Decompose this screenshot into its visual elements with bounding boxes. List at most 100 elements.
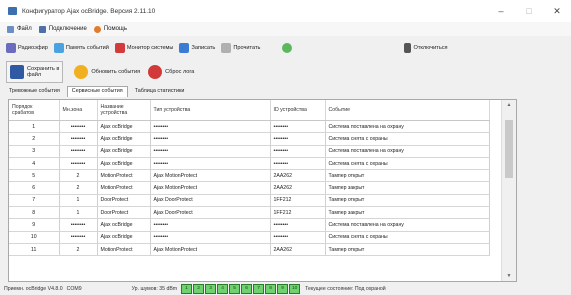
table-cell: Тампер открыт [325, 194, 490, 208]
close-button[interactable]: ✕ [543, 0, 571, 22]
table-row[interactable]: 10 •••••••• Ajax ocBridge •••••••• •••••••• С… [9, 231, 490, 244]
menu-help-label: Помощь [103, 26, 127, 32]
scroll-down-icon[interactable]: ▼ [502, 271, 516, 281]
zone-indicator: 10 [289, 284, 301, 294]
table-cell: 1 [59, 194, 98, 208]
zone-indicator: 4 [217, 284, 229, 294]
write-label: Записать [191, 45, 216, 51]
table-cell: Тампер закрыт [325, 206, 490, 220]
app-window: Конфигуратор Ajax ocBridge. Версия 2.11.… [0, 0, 571, 295]
write-button[interactable]: Записать [179, 40, 215, 56]
table-cell: 2 [59, 181, 98, 195]
menu-connection[interactable]: Подключение [38, 25, 87, 33]
zone-indicator: 1 [181, 284, 193, 294]
table-cell: Система снята с охраны [325, 157, 490, 171]
table-row[interactable]: 3 •••••••• Ajax ocBridge •••••••• •••••••• Си… [9, 145, 490, 158]
table-row[interactable]: 4 •••••••• Ajax ocBridge •••••••• •••••••• Си… [9, 157, 490, 171]
table-row[interactable]: 8 1 DoorProtect Ajax DoorProtect 1FF212 Тампе… [9, 206, 490, 220]
table-cell: Ajax MotionProtect [150, 243, 271, 257]
table-cell: •••••••• [150, 145, 271, 158]
window-controls: – □ ✕ [487, 0, 571, 22]
table-row[interactable]: 2 •••••••• Ajax ocBridge •••••••• •••••••• Си… [9, 132, 490, 146]
table-row[interactable]: 11 2 MotionProtect Ajax MotionProtect 2AA262… [9, 243, 490, 257]
table-row[interactable]: 9 •••••••• Ajax ocBridge •••••••• •••••••• Си… [9, 218, 490, 232]
table-cell: MotionProtect [97, 243, 151, 257]
menu-connection-label: Подключение [48, 26, 87, 32]
memory-icon [53, 43, 64, 53]
minimize-button[interactable]: – [487, 0, 515, 22]
file-icon [7, 25, 14, 33]
menu-help[interactable]: Помощь [93, 25, 127, 33]
table-cell: 1FF212 [270, 206, 326, 220]
table-cell: •••••••• [150, 231, 271, 244]
event-memory-button[interactable]: Память событий [53, 40, 109, 56]
reset-log-button[interactable]: Сброс лога [147, 61, 195, 83]
status-noise: Ур. шумов: 35 dBm [131, 286, 178, 292]
table-cell: 1FF212 [270, 194, 326, 208]
check-icon [282, 43, 293, 53]
table-cell: Ajax ocBridge [97, 120, 151, 134]
table-cell: Ajax DoorProtect [150, 194, 271, 208]
zone-indicator: 3 [205, 284, 217, 294]
table-cell: 1 [59, 206, 98, 220]
tab-service-events[interactable]: Сервисные события [66, 86, 128, 97]
table-cell: 6 [9, 181, 60, 195]
table-cell: •••••••• [59, 157, 98, 171]
col-device-id[interactable]: ID устройства [270, 100, 326, 121]
secondary-toolbar: Сохранить в файл Обновить события Сброс … [0, 60, 571, 84]
table-cell: 11 [9, 243, 60, 257]
radio-label: Радиоэфир [18, 45, 48, 51]
table-cell: Ajax ocBridge [97, 218, 151, 232]
table-cell: Ajax DoorProtect [150, 206, 271, 220]
tab-strip: Тревожные события Сервисные события Табл… [4, 86, 191, 97]
save-to-file-button[interactable]: Сохранить в файл [6, 61, 64, 83]
col-device-type[interactable]: Тип устройства [150, 100, 271, 121]
table-cell: Тампер закрыт [325, 181, 490, 195]
system-monitor-button[interactable]: Монитор системы [114, 40, 173, 56]
scroll-up-icon[interactable]: ▲ [502, 100, 516, 110]
table-row[interactable]: 5 2 MotionProtect Ajax MotionProtect 2AA262 Т… [9, 169, 490, 183]
tab-alarm-events[interactable]: Тревожные события [4, 86, 65, 97]
reset-label: Сброс лога [165, 69, 195, 75]
table-row[interactable]: 6 2 MotionProtect Ajax MotionProtect 2AA262 Т… [9, 181, 490, 195]
radio-button[interactable]: Радиоэфир [6, 40, 48, 56]
refresh-events-button[interactable]: Обновить события [73, 61, 141, 83]
tab-statistics[interactable]: Таблица статистики [130, 86, 190, 97]
table-cell: MotionProtect [97, 169, 151, 183]
col-zone[interactable]: Мн.зона [59, 100, 98, 121]
save-label-line2: файл [27, 72, 42, 78]
read-label: Прочитать [233, 45, 261, 51]
status-port: COM9 [66, 286, 82, 292]
menu-file[interactable]: Файл [7, 25, 32, 33]
table-row[interactable]: 1 •••••••• Ajax ocBridge •••••••• •••••••• Си… [9, 120, 490, 134]
col-order[interactable]: Порядок срабатов [9, 100, 60, 121]
zone-indicator: 6 [241, 284, 253, 294]
zone-indicator: 9 [277, 284, 289, 294]
refresh-icon [74, 65, 89, 79]
plug-icon [38, 25, 46, 33]
refresh-label: Обновить события [91, 69, 141, 75]
menu-bar: Файл Подключение Помощь [0, 22, 571, 36]
vertical-scrollbar[interactable]: ▲ ▼ [501, 100, 516, 281]
table-cell: 8 [9, 206, 60, 220]
scroll-thumb[interactable] [505, 120, 513, 178]
maximize-button[interactable]: □ [515, 0, 543, 22]
zone-indicator: 7 [253, 284, 265, 294]
table-cell: DoorProtect [97, 194, 151, 208]
col-device-name[interactable]: Название устройства [97, 100, 151, 121]
download-icon [179, 43, 190, 53]
read-button[interactable]: Прочитать [221, 40, 260, 56]
disconnect-button[interactable]: Отключиться [404, 40, 448, 56]
table-cell: DoorProtect [97, 206, 151, 220]
table-cell: •••••••• [59, 218, 98, 232]
table-cell: 1 [9, 120, 60, 134]
col-event[interactable]: Событие [325, 100, 490, 121]
window-title: Конфигуратор Ajax ocBridge. Версия 2.11.… [22, 7, 156, 15]
upload-icon [221, 43, 232, 53]
table-cell: •••••••• [270, 157, 326, 171]
save-label: Сохранить в файл [27, 66, 59, 78]
table-cell: 2 [9, 132, 60, 146]
status-check-button[interactable] [282, 40, 294, 56]
events-grid: Порядок срабатов Мн.зона Название устрой… [8, 99, 517, 282]
table-row[interactable]: 7 1 DoorProtect Ajax DoorProtect 1FF212 Тампе… [9, 194, 490, 208]
